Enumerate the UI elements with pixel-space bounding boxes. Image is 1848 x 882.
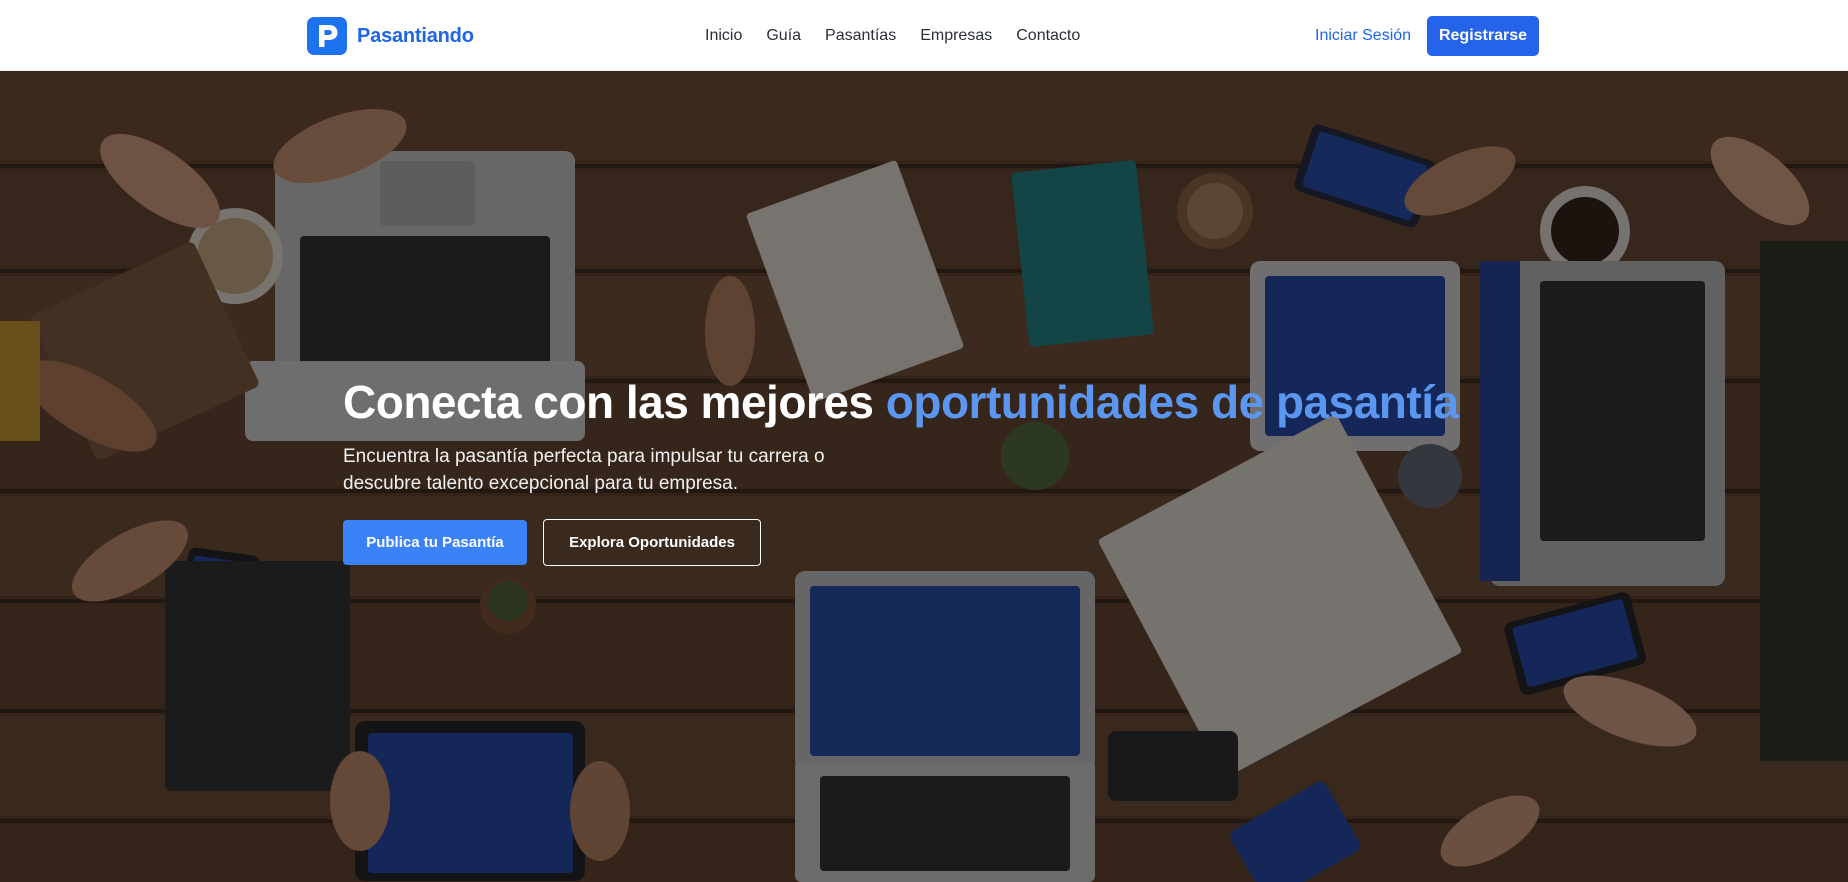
hero-content: Conecta con las mejores oportunidades de… — [343, 376, 1643, 566]
register-button[interactable]: Registrarse — [1427, 16, 1539, 56]
hero-subtitle: Encuentra la pasantía perfecta para impu… — [343, 445, 825, 495]
logo-p-icon — [307, 17, 347, 55]
top-navbar: Pasantiando Inicio Guía Pasantías Empres… — [0, 0, 1848, 71]
hero-title-accent: oportunidades de pasantía — [885, 376, 1459, 428]
explore-opportunities-button[interactable]: Explora Oportunidades — [543, 518, 761, 566]
nav-link-guia[interactable]: Guía — [754, 0, 813, 71]
nav-link-pasantias[interactable]: Pasantías — [813, 0, 908, 71]
brand-logo-link[interactable]: Pasantiando — [307, 17, 474, 55]
nav-link-contacto[interactable]: Contacto — [1004, 0, 1092, 71]
publish-internship-button[interactable]: Publica tu Pasantía — [343, 519, 527, 565]
nav-link-inicio[interactable]: Inicio — [705, 0, 754, 71]
hero-buttons: Publica tu Pasantía Explora Oportunidade… — [343, 518, 1643, 566]
hero-title-part1: Conecta con las mejores — [343, 376, 886, 428]
main-nav: Inicio Guía Pasantías Empresas Contacto — [705, 0, 1092, 71]
brand-name: Pasantiando — [357, 24, 474, 47]
nav-link-empresas[interactable]: Empresas — [908, 0, 1004, 71]
hero-section: Conecta con las mejores oportunidades de… — [0, 71, 1848, 882]
login-link[interactable]: Iniciar Sesión — [1315, 0, 1411, 71]
hero-title: Conecta con las mejores oportunidades de… — [343, 376, 1643, 429]
